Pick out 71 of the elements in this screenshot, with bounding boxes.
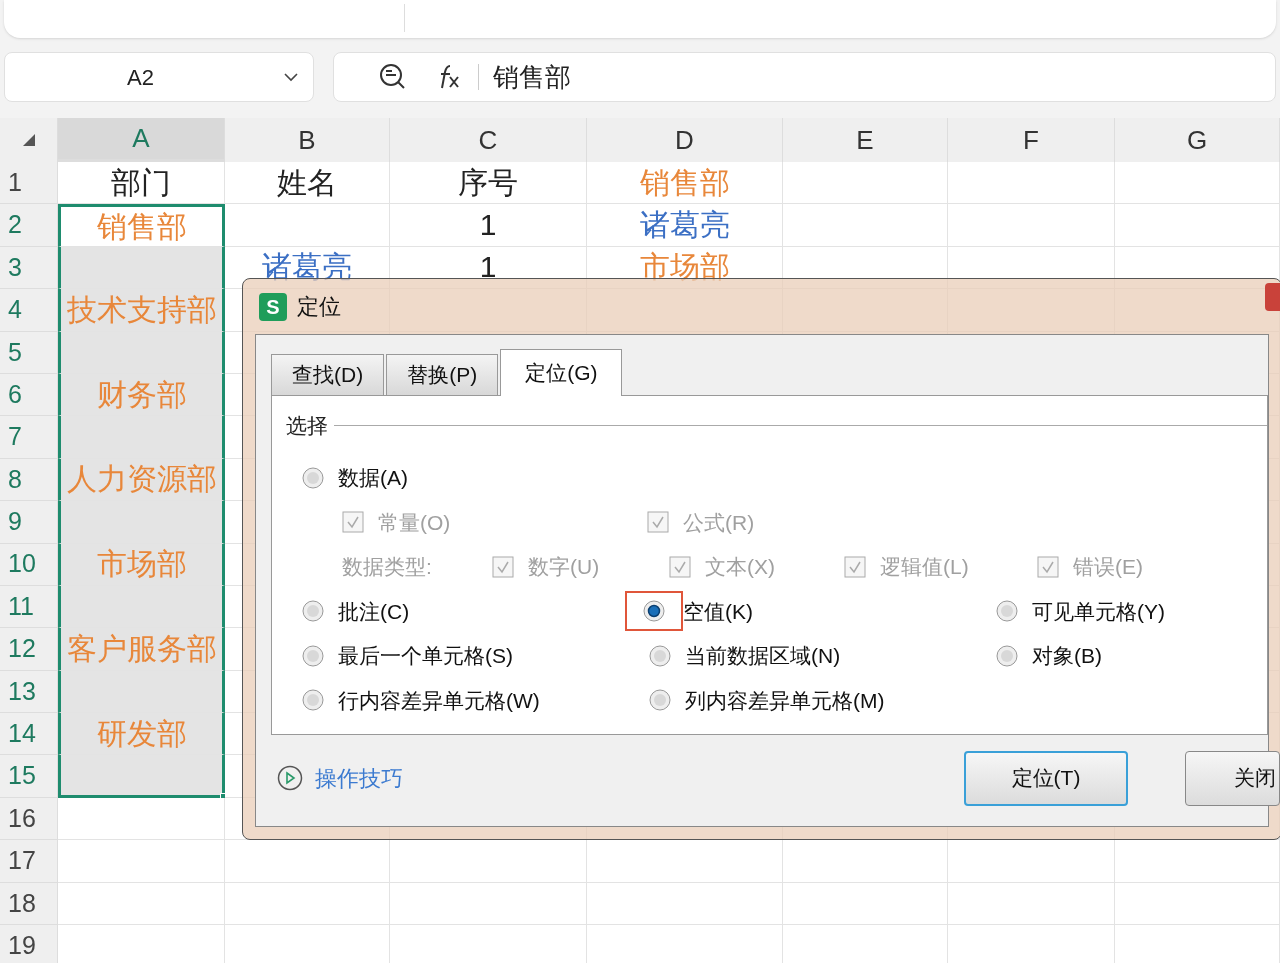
field-label: 数据类型: bbox=[342, 554, 432, 580]
cell-text: 销售部 bbox=[96, 211, 187, 242]
row-header[interactable]: 2 bbox=[0, 204, 58, 247]
row-header[interactable]: 9 bbox=[0, 501, 58, 544]
row-header[interactable]: 12 bbox=[0, 628, 58, 671]
cell-text: 销售部 bbox=[639, 167, 730, 198]
row-header[interactable]: 4 bbox=[0, 289, 58, 332]
cell-text: 1 bbox=[479, 252, 497, 283]
row-header[interactable]: 6 bbox=[0, 373, 58, 417]
option-label: 公式(R) bbox=[683, 509, 755, 536]
option-label: 空值(K) bbox=[683, 598, 753, 625]
row-header[interactable]: 16 bbox=[0, 797, 58, 841]
row-header[interactable]: 3 bbox=[0, 246, 58, 290]
row-header[interactable]: 7 bbox=[0, 416, 58, 459]
tips-link[interactable]: 操作技巧 bbox=[315, 761, 403, 795]
dialog-button[interactable]: 定位(T) bbox=[964, 750, 1128, 806]
option-label: 错误(E) bbox=[1073, 554, 1143, 580]
cell-text: 客户服务部 bbox=[66, 634, 217, 664]
option-label: 数字(U) bbox=[528, 554, 600, 580]
column-header[interactable]: F bbox=[948, 118, 1115, 162]
row-header[interactable]: 18 bbox=[0, 882, 58, 926]
tab[interactable]: 查找(D) bbox=[271, 354, 385, 396]
column-header[interactable]: G bbox=[1115, 118, 1280, 162]
row-header[interactable]: 14 bbox=[0, 713, 58, 756]
cell-text: 市场部 bbox=[639, 252, 730, 283]
row-header[interactable]: 11 bbox=[0, 585, 58, 629]
option-label: 最后一个单元格(S) bbox=[338, 643, 513, 669]
option-label: 可见单元格(Y) bbox=[1032, 598, 1165, 625]
row-header[interactable]: 1 bbox=[0, 162, 58, 205]
option-label: 列内容差异单元格(M) bbox=[685, 687, 885, 714]
formula-field[interactable]: 销售部 bbox=[333, 52, 1276, 102]
column-header[interactable]: E bbox=[783, 118, 948, 162]
cell-text: 市场部 bbox=[96, 549, 187, 580]
cell-text: 姓名 bbox=[277, 167, 337, 198]
row-header[interactable]: 5 bbox=[0, 331, 58, 374]
column-header[interactable]: B bbox=[225, 118, 390, 162]
column-header[interactable]: C bbox=[390, 118, 587, 162]
cell-text: 研发部 bbox=[96, 718, 187, 749]
row-header[interactable]: 15 bbox=[0, 755, 58, 798]
cell-text: 技术支持部 bbox=[66, 294, 217, 325]
cell-text: 诸葛亮 bbox=[262, 252, 352, 283]
tab[interactable]: 定位(G) bbox=[500, 349, 623, 396]
option-label: 批注(C) bbox=[338, 598, 410, 625]
row-header[interactable]: 8 bbox=[0, 458, 58, 502]
name-box[interactable]: A2 bbox=[4, 52, 314, 102]
option-label: 数据(A) bbox=[338, 465, 408, 491]
dialog-title: 定位 bbox=[297, 293, 341, 321]
cell-text: 财务部 bbox=[96, 379, 187, 410]
tab[interactable]: 替换(P) bbox=[386, 354, 499, 396]
formula-text: 销售部 bbox=[493, 60, 571, 94]
option-label: 文本(X) bbox=[705, 554, 775, 580]
cell-text: 部门 bbox=[111, 167, 171, 198]
app-icon: S bbox=[259, 292, 287, 321]
group-label: 选择 bbox=[286, 413, 328, 439]
option-label: 对象(B) bbox=[1032, 643, 1102, 669]
row-header[interactable]: 10 bbox=[0, 543, 58, 586]
cell-text: 人力资源部 bbox=[66, 464, 217, 495]
option-label: 当前数据区域(N) bbox=[685, 643, 841, 669]
column-header[interactable]: A bbox=[58, 118, 225, 162]
row-header[interactable]: 19 bbox=[0, 925, 58, 963]
option-label: 常量(O) bbox=[378, 509, 451, 536]
row-header[interactable]: 13 bbox=[0, 670, 58, 714]
cell-text: 诸葛亮 bbox=[639, 210, 730, 241]
cell-text: 序号 bbox=[458, 167, 518, 198]
row-header[interactable]: 17 bbox=[0, 840, 58, 883]
option-label: 逻辑值(L) bbox=[880, 554, 969, 580]
dialog-button[interactable]: 关闭 bbox=[1185, 750, 1280, 806]
cell-reference: A2 bbox=[127, 63, 154, 92]
column-header[interactable]: D bbox=[587, 118, 783, 162]
option-label: 行内容差异单元格(W) bbox=[338, 687, 540, 714]
cell-text: 1 bbox=[479, 210, 497, 241]
